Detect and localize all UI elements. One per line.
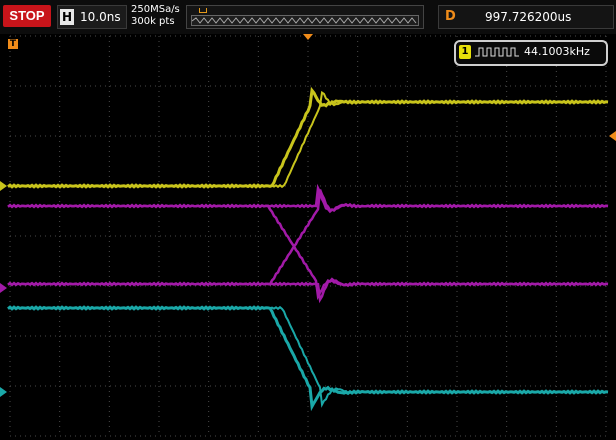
horizontal-timebase-control[interactable]: H 10.0ns bbox=[57, 5, 127, 29]
memory-position-bar[interactable] bbox=[186, 5, 424, 29]
ch1-trace-a bbox=[7, 86, 609, 189]
square-wave-icon bbox=[475, 47, 519, 57]
ch2-offset-marker-icon bbox=[0, 283, 7, 293]
top-toolbar: STOP H 10.0ns 250MSa/s 300k pts D 997.72… bbox=[0, 0, 616, 34]
memory-waveform-overview bbox=[191, 15, 419, 26]
delay-label: D bbox=[445, 9, 456, 24]
waveform-display[interactable]: T bbox=[0, 34, 616, 440]
overview-wave-icon bbox=[192, 17, 417, 24]
measurement-channel-badge: 1 bbox=[459, 45, 471, 59]
waveform-grid bbox=[0, 34, 616, 437]
frequency-value: 44.1003kHz bbox=[524, 45, 590, 58]
ch2-trace-a bbox=[7, 203, 609, 301]
timebase-value: 10.0ns bbox=[80, 10, 121, 24]
trigger-position-marker[interactable]: T bbox=[8, 39, 18, 49]
trigger-level-marker-icon bbox=[609, 131, 616, 141]
acquisition-info: 250MSa/s 300k pts bbox=[131, 4, 180, 28]
memory-depth: 300k pts bbox=[131, 16, 175, 27]
ch4-offset-marker-icon bbox=[0, 387, 7, 397]
horizontal-label: H bbox=[60, 9, 74, 25]
view-window-marker bbox=[199, 8, 207, 13]
sample-rate: 250MSa/s bbox=[131, 4, 180, 15]
run-stop-button[interactable]: STOP bbox=[3, 5, 51, 27]
trigger-time-marker-icon bbox=[303, 34, 313, 40]
delay-control[interactable]: D 997.726200us bbox=[438, 5, 614, 29]
delay-value: 997.726200us bbox=[485, 10, 572, 24]
ch1-offset-marker-icon bbox=[0, 181, 7, 191]
frequency-measurement-box[interactable]: 1 44.1003kHz bbox=[454, 40, 608, 66]
